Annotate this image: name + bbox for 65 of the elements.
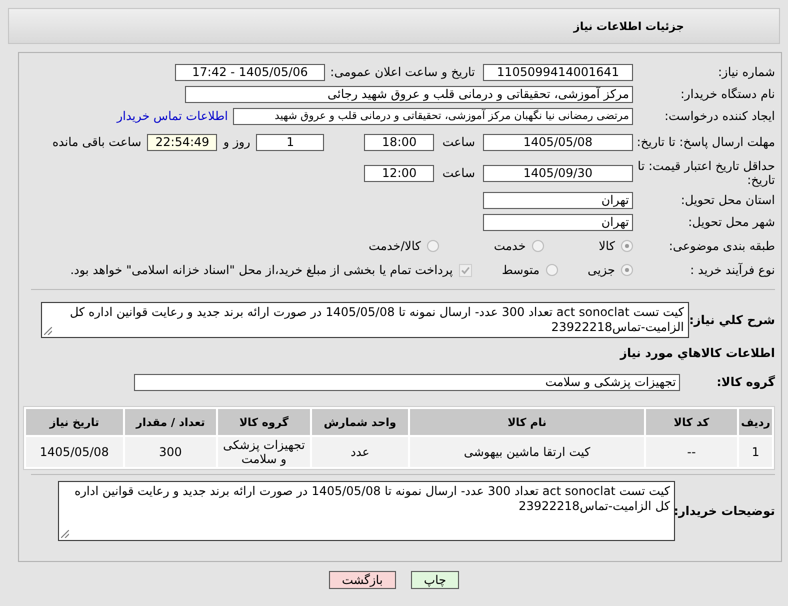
announce-date-field: 1405/05/06 - 17:42 xyxy=(175,64,325,80)
days-label: روز و xyxy=(223,135,250,149)
resize-grip-icon xyxy=(61,530,69,538)
field-label: شهر محل تحویل: xyxy=(687,215,775,229)
field-label: ایجاد کننده درخواست: xyxy=(663,109,775,123)
column-header: نام کالا xyxy=(410,409,644,435)
field-label: حداقل تاریخ اعتبار قیمت: تا تاریخ: xyxy=(636,159,775,187)
table-cell: 300 xyxy=(124,437,216,467)
option-label: جزیی xyxy=(588,263,615,277)
field-label: شماره نیاز: xyxy=(717,65,775,79)
section-title: اطلاعات کالاهاي مورد نياز xyxy=(618,346,775,360)
table-cell: 1405/05/08 xyxy=(26,437,123,467)
radio-button[interactable] xyxy=(546,264,558,276)
option-label: کالا xyxy=(598,239,615,253)
option-label: خدمت xyxy=(494,239,526,253)
radio-button[interactable] xyxy=(621,264,633,276)
buyer-org-field: مرکز آموزشی، تحقیقاتی و درمانی قلب و عروق شهید رجائی xyxy=(185,86,633,102)
time-label: ساعت xyxy=(442,135,475,149)
radio-button[interactable] xyxy=(426,240,439,252)
field-label: توضیحات خریدار: xyxy=(675,504,775,518)
page-title: جزئیات اطلاعات نیاز xyxy=(574,20,684,32)
deadline-time-field: 18:00 xyxy=(364,134,434,150)
field-label: استان محل تحویل: xyxy=(680,193,775,207)
field-label: طبقه بندی موضوعی: xyxy=(668,239,775,253)
goods-group-field: تجهیزات پزشکی و سلامت xyxy=(134,374,680,390)
column-header: واحد شمارش xyxy=(312,409,408,435)
remaining-time-field: 22:54:49 xyxy=(147,134,218,150)
time-label: ساعت xyxy=(442,166,475,180)
days-field: 1 xyxy=(256,134,324,150)
option-label: کالا/خدمت xyxy=(368,239,421,253)
field-label: گروه کالا: xyxy=(716,375,775,389)
requester-field: مرتضی رمضانی نیا نگهبان مرکز آموزشی، تحقیقاتی و درمانی قلب و عروق شهید xyxy=(233,108,633,124)
province-field: تهران xyxy=(483,192,633,208)
column-header: تاریخ نیاز xyxy=(26,409,123,435)
table-cell: تجهیزات پزشکی و سلامت xyxy=(218,437,310,467)
validity-time-field: 12:00 xyxy=(364,164,434,182)
table-cell: -- xyxy=(646,437,738,467)
column-header: گروه کالا xyxy=(218,409,310,435)
column-header: تعداد / مقدار xyxy=(124,409,216,435)
validity-date-field: 1405/09/30 xyxy=(483,164,633,182)
radio-button[interactable] xyxy=(621,240,633,252)
table-cell: 1 xyxy=(739,437,772,467)
column-header: کد کالا xyxy=(646,409,738,435)
city-field: تهران xyxy=(483,214,633,230)
need-number-field: 1105099414001641 xyxy=(483,64,633,80)
table-cell: کیت ارتقا ماشین بیهوشی xyxy=(410,437,644,467)
checkbox[interactable] xyxy=(458,264,472,276)
print-button[interactable]: چاپ xyxy=(410,571,460,589)
remaining-label: ساعت باقی مانده xyxy=(52,135,142,149)
back-button[interactable]: بازگشت xyxy=(328,571,396,589)
field-label: نوع فرآیند خرید : xyxy=(689,263,775,277)
field-label: مهلت ارسال پاسخ: تا تاریخ: xyxy=(636,135,775,149)
table-cell: عدد xyxy=(312,437,408,467)
description-field: کیت تست act sonoclat تعداد 300 عدد- ارسال نمونه تا 1405/05/08 در صورت ارائه برند جدید و رعایت قوانین اداره کل الزامیت-تماس23922218 xyxy=(41,302,689,338)
field-label: تاریخ و ساعت اعلان عمومی: xyxy=(329,65,475,79)
column-header: ردیف xyxy=(739,409,772,435)
field-label: نام دستگاه خریدار: xyxy=(680,87,775,101)
field-label: شرح کلي نياز: xyxy=(689,313,775,327)
resize-grip-icon xyxy=(44,327,52,335)
radio-button[interactable] xyxy=(532,240,544,252)
option-label: متوسط xyxy=(502,263,540,277)
deadline-date-field: 1405/05/08 xyxy=(483,134,633,150)
buyer-notes-field: کیت تست act sonoclat تعداد 300 عدد- ارسال نمونه تا 1405/05/08 در صورت ارائه برند جدید و رعایت قوانین اداره کل الزامیت-تماس23922218 xyxy=(58,481,675,541)
buyer-contact-link[interactable]: اطلاعات تماس خریدار xyxy=(116,109,228,123)
checkbox-label: پرداخت تمام یا بخشی از مبلغ خرید،از محل "اسناد خزانه اسلامی" خواهد بود. xyxy=(70,263,453,277)
